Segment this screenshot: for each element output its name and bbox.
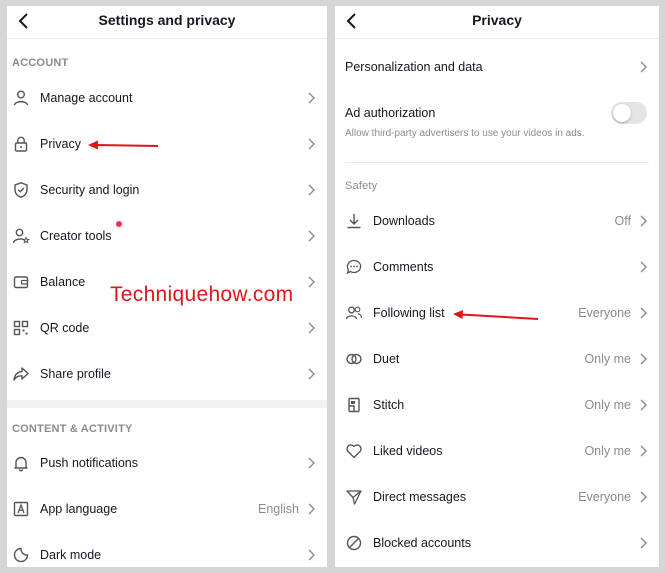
block-icon	[344, 533, 364, 553]
menu-item-label: Personalization and data	[345, 60, 483, 74]
divider	[345, 162, 649, 163]
menu-item-label: QR code	[40, 321, 90, 335]
wallet-icon	[11, 272, 31, 292]
shield-icon	[11, 180, 31, 200]
toggle-knob	[613, 104, 631, 122]
menu-item-qr-code[interactable]: QR code	[7, 311, 327, 345]
chevron-right-icon	[308, 549, 315, 561]
menu-item-security-and-login[interactable]: Security and login	[7, 173, 327, 207]
chevron-right-icon	[640, 491, 647, 503]
header: Settings and privacy	[7, 6, 327, 39]
downloads-value: Off	[614, 214, 631, 228]
menu-item-downloads[interactable]: Downloads Off	[335, 204, 659, 238]
send-icon	[344, 487, 364, 507]
comment-icon	[344, 257, 364, 277]
annotation-arrow-privacy	[88, 140, 159, 150]
stitch-value: Only me	[584, 398, 631, 412]
ad-authorization-toggle[interactable]	[611, 102, 647, 124]
section-content-and-activity: CONTENT & ACTIVITY	[12, 423, 133, 435]
menu-item-label: Downloads	[373, 214, 435, 228]
menu-item-label: Blocked accounts	[373, 536, 471, 550]
menu-item-dark-mode[interactable]: Dark mode	[7, 538, 327, 567]
menu-item-label: Liked videos	[373, 444, 443, 458]
watermark-text: Techniquehow.com	[110, 283, 294, 306]
dark-mode-icon	[11, 545, 31, 565]
menu-item-label: Manage account	[40, 91, 133, 105]
person-star-icon	[11, 226, 31, 246]
chevron-right-icon	[308, 276, 315, 288]
chevron-right-icon	[308, 368, 315, 380]
chevron-right-icon	[640, 537, 647, 549]
menu-item-personalization-and-data[interactable]: Personalization and data	[335, 50, 659, 84]
menu-item-label: Stitch	[373, 398, 405, 412]
menu-item-share-profile[interactable]: Share profile	[7, 357, 327, 391]
menu-item-label: Creator tools	[40, 229, 112, 243]
menu-item-stitch[interactable]: Stitch Only me	[335, 388, 659, 422]
page-title: Privacy	[472, 12, 522, 28]
menu-item-label: App language	[40, 502, 118, 516]
share-icon	[11, 364, 31, 384]
chevron-right-icon	[308, 92, 315, 104]
liked-videos-value: Only me	[584, 444, 631, 458]
chevron-right-icon	[640, 353, 647, 365]
duet-icon	[344, 349, 364, 369]
following-list-value: Everyone	[578, 306, 631, 320]
chevron-right-icon	[308, 503, 315, 515]
menu-item-label: Dark mode	[40, 548, 102, 562]
menu-item-liked-videos[interactable]: Liked videos Only me	[335, 434, 659, 468]
notification-dot	[116, 221, 122, 227]
annotation-arrow-following-list	[453, 310, 539, 320]
section-divider	[7, 400, 327, 408]
chevron-right-icon	[308, 322, 315, 334]
menu-item-creator-tools[interactable]: Creator tools	[7, 219, 327, 253]
menu-item-label: Comments	[373, 260, 434, 274]
lock-icon	[11, 134, 31, 154]
menu-item-direct-messages[interactable]: Direct messages Everyone	[335, 480, 659, 514]
chevron-right-icon	[308, 230, 315, 242]
menu-item-label: Share profile	[40, 367, 111, 381]
ad-authorization-description: Allow third-party advertisers to use you…	[345, 128, 585, 139]
language-icon	[11, 499, 31, 519]
chevron-right-icon	[308, 138, 315, 150]
section-account: ACCOUNT	[12, 57, 69, 69]
section-safety: Safety	[345, 180, 378, 192]
menu-item-duet[interactable]: Duet Only me	[335, 342, 659, 376]
chevron-right-icon	[308, 457, 315, 469]
stitch-icon	[344, 395, 364, 415]
person-icon	[11, 88, 31, 108]
menu-item-blocked-accounts[interactable]: Blocked accounts	[335, 526, 659, 560]
app-language-value: English	[258, 502, 299, 516]
menu-item-label: Security and login	[40, 183, 140, 197]
direct-messages-value: Everyone	[578, 490, 631, 504]
bell-icon	[11, 453, 31, 473]
menu-item-label: Duet	[373, 352, 400, 366]
ad-authorization-row: Ad authorization	[335, 96, 659, 130]
privacy-panel: Privacy Personalization and data Ad auth…	[335, 6, 659, 567]
download-icon	[344, 211, 364, 231]
qr-code-icon	[11, 318, 31, 338]
duet-value: Only me	[584, 352, 631, 366]
heart-icon	[344, 441, 364, 461]
chevron-right-icon	[640, 399, 647, 411]
chevron-right-icon	[640, 215, 647, 227]
header: Privacy	[335, 6, 659, 39]
menu-item-app-language[interactable]: App language English	[7, 492, 327, 526]
menu-item-comments[interactable]: Comments	[335, 250, 659, 284]
menu-item-label: Balance	[40, 275, 86, 289]
ad-authorization-label: Ad authorization	[345, 106, 436, 120]
menu-item-manage-account[interactable]: Manage account	[7, 81, 327, 115]
menu-item-label: Privacy	[40, 137, 81, 151]
menu-item-privacy[interactable]: Privacy	[7, 127, 327, 161]
chevron-right-icon	[640, 261, 647, 273]
menu-item-push-notifications[interactable]: Push notifications	[7, 446, 327, 480]
chevron-right-icon	[308, 184, 315, 196]
menu-item-label: Following list	[373, 306, 445, 320]
page-title: Settings and privacy	[98, 12, 236, 28]
chevron-right-icon	[640, 61, 647, 73]
chevron-right-icon	[640, 307, 647, 319]
menu-item-label: Direct messages	[373, 490, 467, 504]
chevron-right-icon	[640, 445, 647, 457]
menu-item-label: Push notifications	[40, 456, 138, 470]
people-icon	[344, 303, 364, 323]
